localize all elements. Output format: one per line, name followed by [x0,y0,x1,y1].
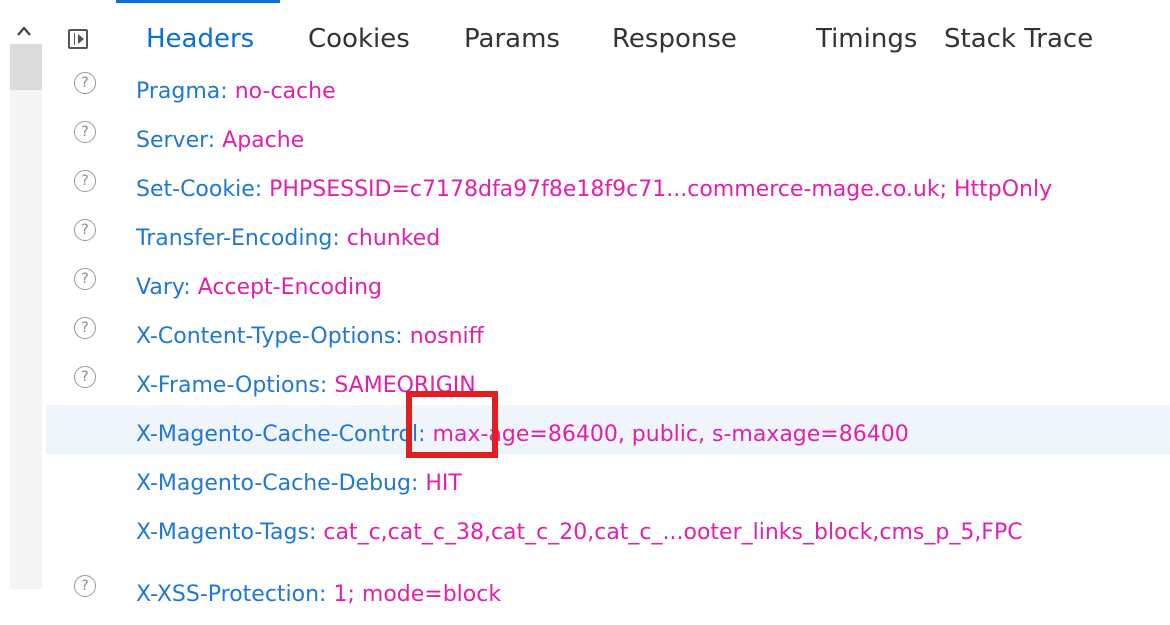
scroll-up-arrow-icon[interactable] [14,22,34,42]
header-name: X-Content-Type-Options: [136,324,403,349]
tab-response[interactable]: Response [612,0,737,62]
header-name: Vary: [136,275,191,300]
header-row[interactable]: ? X-XSS-Protection: 1; mode=block [46,565,1170,614]
scrollbar-thumb[interactable] [10,44,42,90]
header-name: X-Magento-Cache-Debug: [136,471,419,496]
header-value: cat_c,cat_c_38,cat_c_20,cat_c_...ooter_l… [323,520,1023,545]
header-row[interactable]: ? Pragma: no-cache [46,62,1170,111]
header-row[interactable]: ? Vary: Accept-Encoding [46,258,1170,307]
scroll-gutter [0,0,46,589]
help-icon[interactable]: ? [74,72,96,94]
header-row[interactable]: ? X-Frame-Options: SAMEORIGIN [46,356,1170,405]
header-name: Pragma: [136,79,228,104]
header-value: nosniff [409,324,484,349]
header-value: no-cache [234,79,336,104]
header-value: max-age=86400, public, s-maxage=86400 [432,422,909,447]
header-value: chunked [346,226,441,251]
header-row[interactable]: ? Set-Cookie: PHPSESSID=c7178dfa97f8e18f… [46,160,1170,209]
header-name: X-Magento-Tags: [136,520,317,545]
annotation-highlight-box [406,391,498,458]
header-value: PHPSESSID=c7178dfa97f8e18f9c71...commerc… [269,177,1053,202]
help-icon[interactable]: ? [74,366,96,388]
header-row[interactable]: X-Magento-Cache-Debug: HIT [46,454,1170,503]
header-name: X-XSS-Protection: [136,582,327,607]
response-headers-list: ? Pragma: no-cache ? Server: Apache ? Se… [46,62,1170,607]
header-value: HIT [425,471,462,496]
header-value: Apache [222,128,305,153]
header-name: Server: [136,128,216,153]
tab-params[interactable]: Params [464,0,560,62]
scrollbar-track[interactable] [10,44,42,589]
help-icon[interactable]: ? [74,317,96,339]
header-name: Set-Cookie: [136,177,263,202]
toggle-sidebar-icon[interactable] [68,29,88,49]
tab-cookies[interactable]: Cookies [308,0,410,62]
tab-timings[interactable]: Timings [816,0,917,62]
help-icon[interactable]: ? [74,170,96,192]
header-value: Accept-Encoding [197,275,383,300]
header-row[interactable]: ? Server: Apache [46,111,1170,160]
tab-stack-trace[interactable]: Stack Trace [944,0,1093,62]
help-icon[interactable]: ? [74,575,96,597]
header-value: 1; mode=block [333,582,502,607]
help-icon[interactable]: ? [74,268,96,290]
header-name: Transfer-Encoding: [136,226,340,251]
tab-headers[interactable]: Headers [115,0,281,62]
header-row-selected[interactable]: X-Magento-Cache-Control: max-age=86400, … [46,405,1170,454]
header-name: X-Frame-Options: [136,373,328,398]
header-row[interactable]: X-Magento-Tags: cat_c,cat_c_38,cat_c_20,… [46,503,1170,552]
details-tab-bar: Headers Cookies Params Response Timings … [46,0,1170,62]
help-icon[interactable]: ? [74,219,96,241]
help-icon[interactable]: ? [74,121,96,143]
header-name: X-Magento-Cache-Control: [136,422,426,447]
header-row[interactable]: ? Transfer-Encoding: chunked [46,209,1170,258]
header-row[interactable]: ? X-Content-Type-Options: nosniff [46,307,1170,356]
